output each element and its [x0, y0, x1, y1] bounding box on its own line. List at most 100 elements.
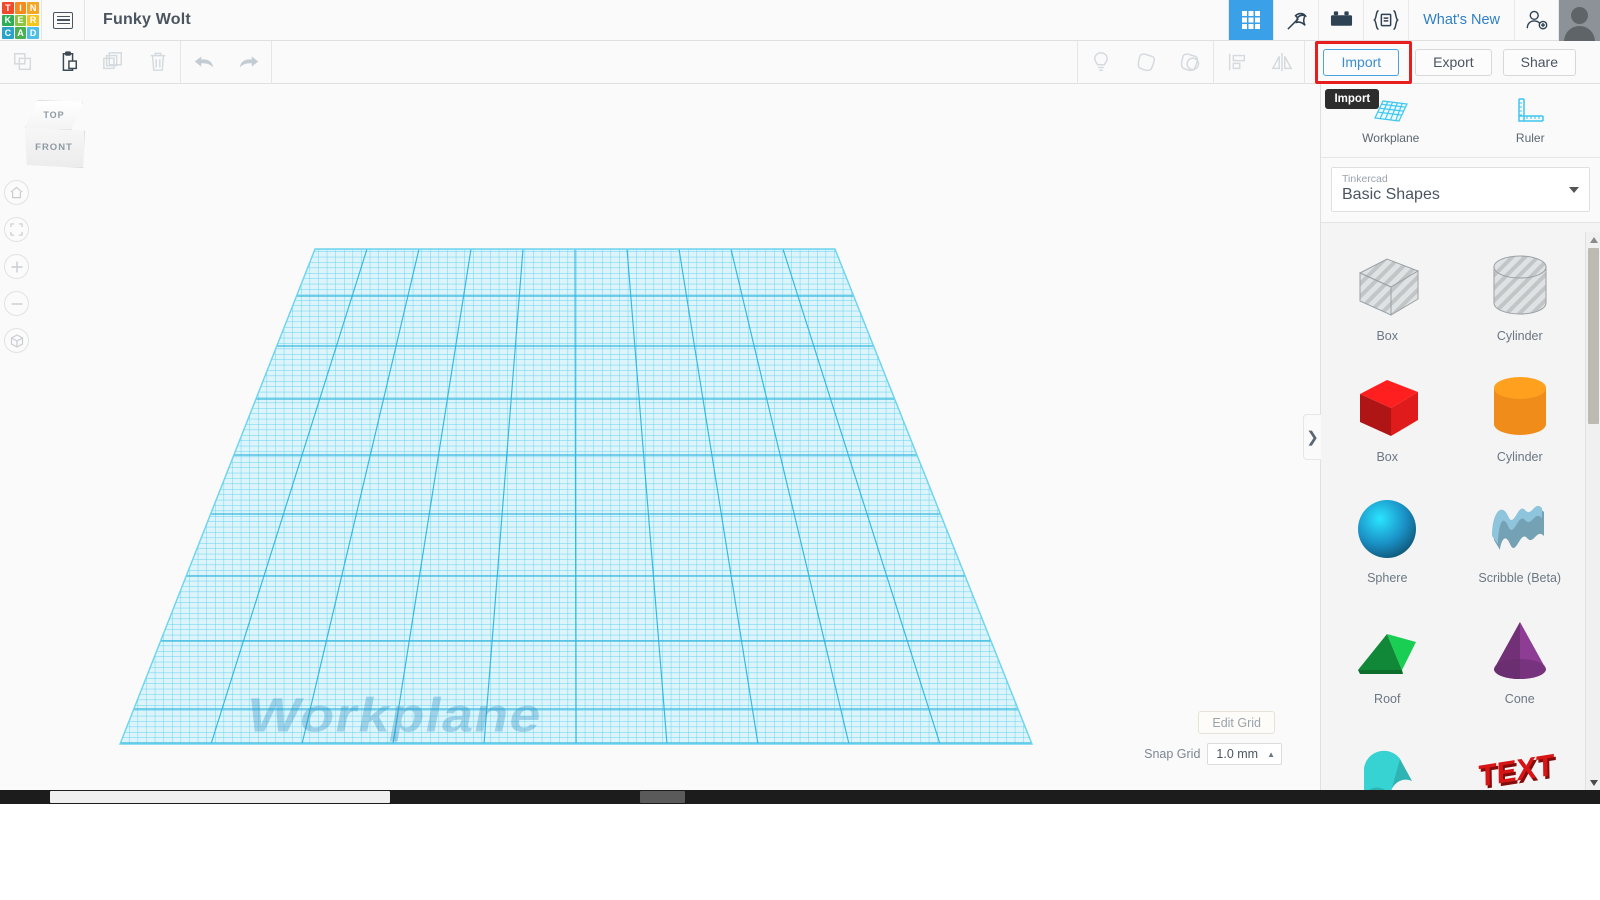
zoom-in-button[interactable] [4, 254, 29, 279]
shape-cylinder-hole-label: Cylinder [1496, 329, 1543, 343]
logo-tile-d: D [27, 27, 39, 39]
clipboard-tool-group [0, 41, 180, 84]
home-view-button[interactable] [4, 180, 29, 205]
shape-box-hole[interactable]: Box [1321, 238, 1454, 359]
chevron-up-icon: ▲ [1267, 749, 1275, 759]
shape-sphere-thumbnail [1356, 494, 1418, 564]
scroll-down-arrow-icon[interactable] [1586, 775, 1600, 790]
edit-grid-button[interactable]: Edit Grid [1198, 711, 1275, 734]
library-selector[interactable]: Tinkercad Basic Shapes [1331, 167, 1590, 212]
avatar[interactable] [1559, 0, 1600, 41]
history-tool-group [181, 41, 271, 84]
shape-cone[interactable]: Cone [1454, 601, 1587, 722]
logo-tile-n: N [27, 2, 39, 14]
scroll-up-arrow-icon[interactable] [1586, 232, 1600, 247]
view-cube-top-face[interactable]: TOP [25, 100, 83, 130]
view-cube[interactable]: TOP FRONT [15, 100, 91, 172]
horizontal-scrollbar-thumb-secondary[interactable] [640, 791, 685, 803]
shape-scribble-thumbnail [1486, 494, 1554, 564]
shape-box-red-thumbnail [1350, 373, 1424, 443]
logo-tile-i: I [14, 2, 27, 14]
share-button[interactable]: Share [1502, 48, 1576, 76]
logo-tile-k: K [2, 14, 14, 27]
shapes-list[interactable]: Box Cylinder Box Cylinder Sphere Scribble (Be… [1321, 232, 1586, 790]
export-button[interactable]: Export [1415, 48, 1492, 76]
zoom-out-button[interactable] [4, 291, 29, 316]
shape-sphere[interactable]: Sphere [1321, 480, 1454, 601]
shape-roof[interactable]: Roof [1321, 601, 1454, 722]
logo-tile-a: A [14, 27, 27, 39]
shape-cone-label: Cone [1504, 692, 1535, 706]
toolbar-divider-5 [1304, 40, 1306, 84]
shape-sphere-label: Sphere [1367, 571, 1408, 585]
pickaxe-icon[interactable] [1273, 0, 1318, 40]
lightbulb-button[interactable] [1078, 41, 1123, 84]
workplane-grid[interactable] [0, 84, 1320, 790]
ruler-icon [1518, 97, 1544, 122]
3d-canvas[interactable]: Workplane TOP FRONT Edit Grid Snap Grid … [0, 84, 1320, 790]
library-selector-wrapper: Tinkercad Basic Shapes [1321, 158, 1600, 223]
shapes-scrollbar[interactable] [1585, 232, 1600, 790]
lego-brick-icon[interactable] [1318, 0, 1363, 40]
list-icon [53, 11, 73, 29]
logo-tile-e: E [14, 14, 27, 27]
shape-roof-thumbnail [1352, 615, 1422, 685]
view-cube-front-face[interactable]: FRONT [24, 127, 85, 168]
import-button-wrapper: Import Import [1315, 40, 1413, 109]
ruler-tool[interactable]: Ruler [1461, 84, 1600, 157]
shape-box-red-label: Box [1376, 450, 1399, 464]
whats-new-link[interactable]: What's New [1408, 0, 1514, 40]
shape-box-red[interactable]: Box [1321, 359, 1454, 480]
library-name: Basic Shapes [1342, 186, 1440, 203]
shape-box-hole-label: Box [1376, 329, 1399, 343]
tinkercad-logo[interactable]: TIN KER CAD [0, 0, 41, 41]
gallery-grid-icon[interactable] [1228, 0, 1274, 40]
fit-to-view-button[interactable] [4, 217, 29, 242]
align-button[interactable] [1214, 41, 1259, 84]
mirror-button[interactable] [1259, 41, 1304, 84]
shape-text-thumbnail: TEXT TEXT [1478, 736, 1562, 790]
ortho-perspective-toggle[interactable] [4, 328, 29, 353]
align-tool-group [1214, 41, 1304, 84]
horizontal-scrollbar[interactable] [0, 790, 1600, 804]
import-button[interactable]: Import [1323, 48, 1400, 76]
logo-tile-t: T [2, 2, 14, 14]
logo-tile-r: R [27, 14, 39, 27]
horizontal-scrollbar-thumb[interactable] [50, 791, 390, 803]
chevron-down-icon [1569, 187, 1579, 193]
snap-grid-select[interactable]: 1.0 mm ▲ [1207, 743, 1282, 765]
shapes-scrollbar-thumb[interactable] [1588, 248, 1599, 424]
codeblocks-icon[interactable] [1363, 0, 1408, 40]
top-bar: TIN KER CAD Funky Wolt What's New [0, 0, 1600, 41]
shape-round-roof-thumbnail [1350, 736, 1424, 790]
redo-button[interactable] [226, 41, 271, 84]
snap-grid-value: 1.0 mm [1216, 747, 1259, 761]
ungroup-button[interactable] [1168, 41, 1213, 84]
delete-button[interactable] [135, 41, 180, 84]
snap-grid-control: Snap Grid 1.0 mm ▲ [1144, 743, 1282, 765]
page-background [0, 804, 1600, 900]
shape-cylinder-orange[interactable]: Cylinder [1454, 359, 1587, 480]
project-menu-button[interactable] [41, 0, 85, 40]
group-button[interactable] [1123, 41, 1168, 84]
copy-button[interactable] [0, 41, 45, 84]
shape-roof-label: Roof [1374, 692, 1401, 706]
shape-cylinder-hole[interactable]: Cylinder [1454, 238, 1587, 359]
workplane-label: Workplane [242, 687, 548, 742]
shape-round-roof[interactable] [1321, 722, 1454, 790]
shape-cylinder-orange-label: Cylinder [1496, 450, 1543, 464]
logo-tile-c: C [2, 27, 14, 39]
shape-text[interactable]: TEXT TEXT [1454, 722, 1587, 790]
shape-scribble[interactable]: Scribble (Beta) [1454, 480, 1587, 601]
paste-button[interactable] [45, 41, 90, 84]
undo-button[interactable] [181, 41, 226, 84]
duplicate-button[interactable] [90, 41, 135, 84]
panel-collapse-toggle[interactable]: ❯ [1303, 414, 1321, 460]
import-tooltip: Import [1325, 88, 1380, 109]
tinkercad-app: TIN KER CAD Funky Wolt What's New Import I… [0, 0, 1600, 790]
shape-scribble-label: Scribble (Beta) [1478, 571, 1562, 585]
add-user-icon[interactable] [1514, 0, 1559, 40]
snap-grid-label: Snap Grid [1144, 747, 1201, 761]
project-title[interactable]: Funky Wolt [85, 0, 209, 40]
